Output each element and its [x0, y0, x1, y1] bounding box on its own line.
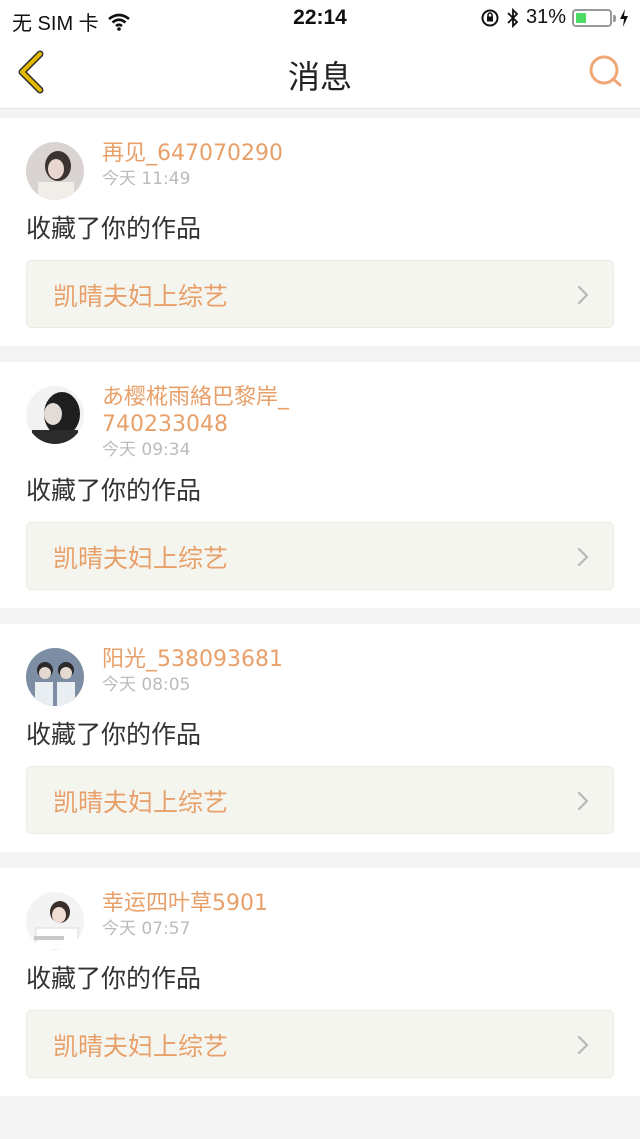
username[interactable]: あ樱椛雨絡巴黎岸_740233048: [102, 384, 302, 438]
chevron-right-icon: [577, 1035, 589, 1055]
username[interactable]: 幸运四叶草5901: [102, 890, 268, 917]
message-meta: あ樱椛雨絡巴黎岸_740233048 今天 09:34: [102, 384, 302, 462]
work-title: 凯晴夫妇上综艺: [53, 282, 229, 311]
work-title: 凯晴夫妇上综艺: [53, 544, 229, 573]
message-action-text: 收藏了你的作品: [26, 214, 202, 243]
battery-fill: [576, 12, 586, 23]
search-button[interactable]: [586, 52, 626, 92]
chevron-right-icon: [577, 791, 589, 811]
battery-nub: [613, 14, 616, 22]
battery-percent: 31%: [525, 6, 566, 28]
message-action-text: 收藏了你的作品: [26, 476, 202, 505]
search-icon: [589, 55, 622, 87]
work-title: 凯晴夫妇上综艺: [53, 788, 229, 817]
message-card: 幸运四叶草5901 今天 07:57 收藏了你的作品 凯晴夫妇上综艺: [0, 868, 640, 1096]
message-list: 再见_647070290 今天 11:49 收藏了你的作品 凯晴夫妇上综艺 あ樱…: [0, 118, 640, 1112]
bluetooth-icon: [507, 7, 519, 28]
status-right: 31%: [474, 6, 630, 29]
message-meta: 幸运四叶草5901 今天 07:57: [102, 890, 268, 941]
orientation-lock-icon: [481, 9, 499, 26]
work-link[interactable]: 凯晴夫妇上综艺: [26, 766, 614, 834]
message-action-text: 收藏了你的作品: [26, 720, 202, 749]
message-header: あ樱椛雨絡巴黎岸_740233048 今天 09:34: [26, 384, 614, 462]
timestamp: 今天 09:34: [102, 440, 191, 460]
avatar[interactable]: [26, 386, 84, 444]
message-action-text: 收藏了你的作品: [26, 964, 202, 993]
work-link[interactable]: 凯晴夫妇上综艺: [26, 1010, 614, 1078]
timestamp: 今天 07:57: [102, 919, 191, 939]
message-header: 再见_647070290 今天 11:49: [26, 140, 614, 200]
message-card: あ樱椛雨絡巴黎岸_740233048 今天 09:34 收藏了你的作品 凯晴夫妇…: [0, 362, 640, 608]
username[interactable]: 再见_647070290: [102, 140, 283, 167]
chevron-right-icon: [577, 285, 589, 305]
message-header: 幸运四叶草5901 今天 07:57: [26, 890, 614, 950]
work-link[interactable]: 凯晴夫妇上综艺: [26, 522, 614, 590]
message-card: 再见_647070290 今天 11:49 收藏了你的作品 凯晴夫妇上综艺: [0, 118, 640, 346]
nav-bar: 消息: [0, 36, 640, 109]
avatar[interactable]: [26, 648, 84, 706]
message-card: 阳光_538093681 今天 08:05 收藏了你的作品 凯晴夫妇上综艺: [0, 624, 640, 852]
page-title: 消息: [287, 58, 352, 96]
username[interactable]: 阳光_538093681: [102, 646, 283, 673]
battery-icon: [572, 8, 616, 27]
message-header: 阳光_538093681 今天 08:05: [26, 646, 614, 706]
chevron-right-icon: [577, 547, 589, 567]
timestamp: 今天 11:49: [102, 169, 191, 189]
status-bar: 无 SIM 卡 22:14 31%: [0, 0, 640, 36]
work-link[interactable]: 凯晴夫妇上综艺: [26, 260, 614, 328]
timestamp: 今天 08:05: [102, 675, 191, 695]
work-title: 凯晴夫妇上综艺: [53, 1032, 229, 1061]
message-meta: 再见_647070290 今天 11:49: [102, 140, 283, 191]
message-meta: 阳光_538093681 今天 08:05: [102, 646, 283, 697]
avatar[interactable]: [26, 142, 84, 200]
charging-icon: [620, 8, 628, 27]
avatar[interactable]: [26, 892, 84, 950]
